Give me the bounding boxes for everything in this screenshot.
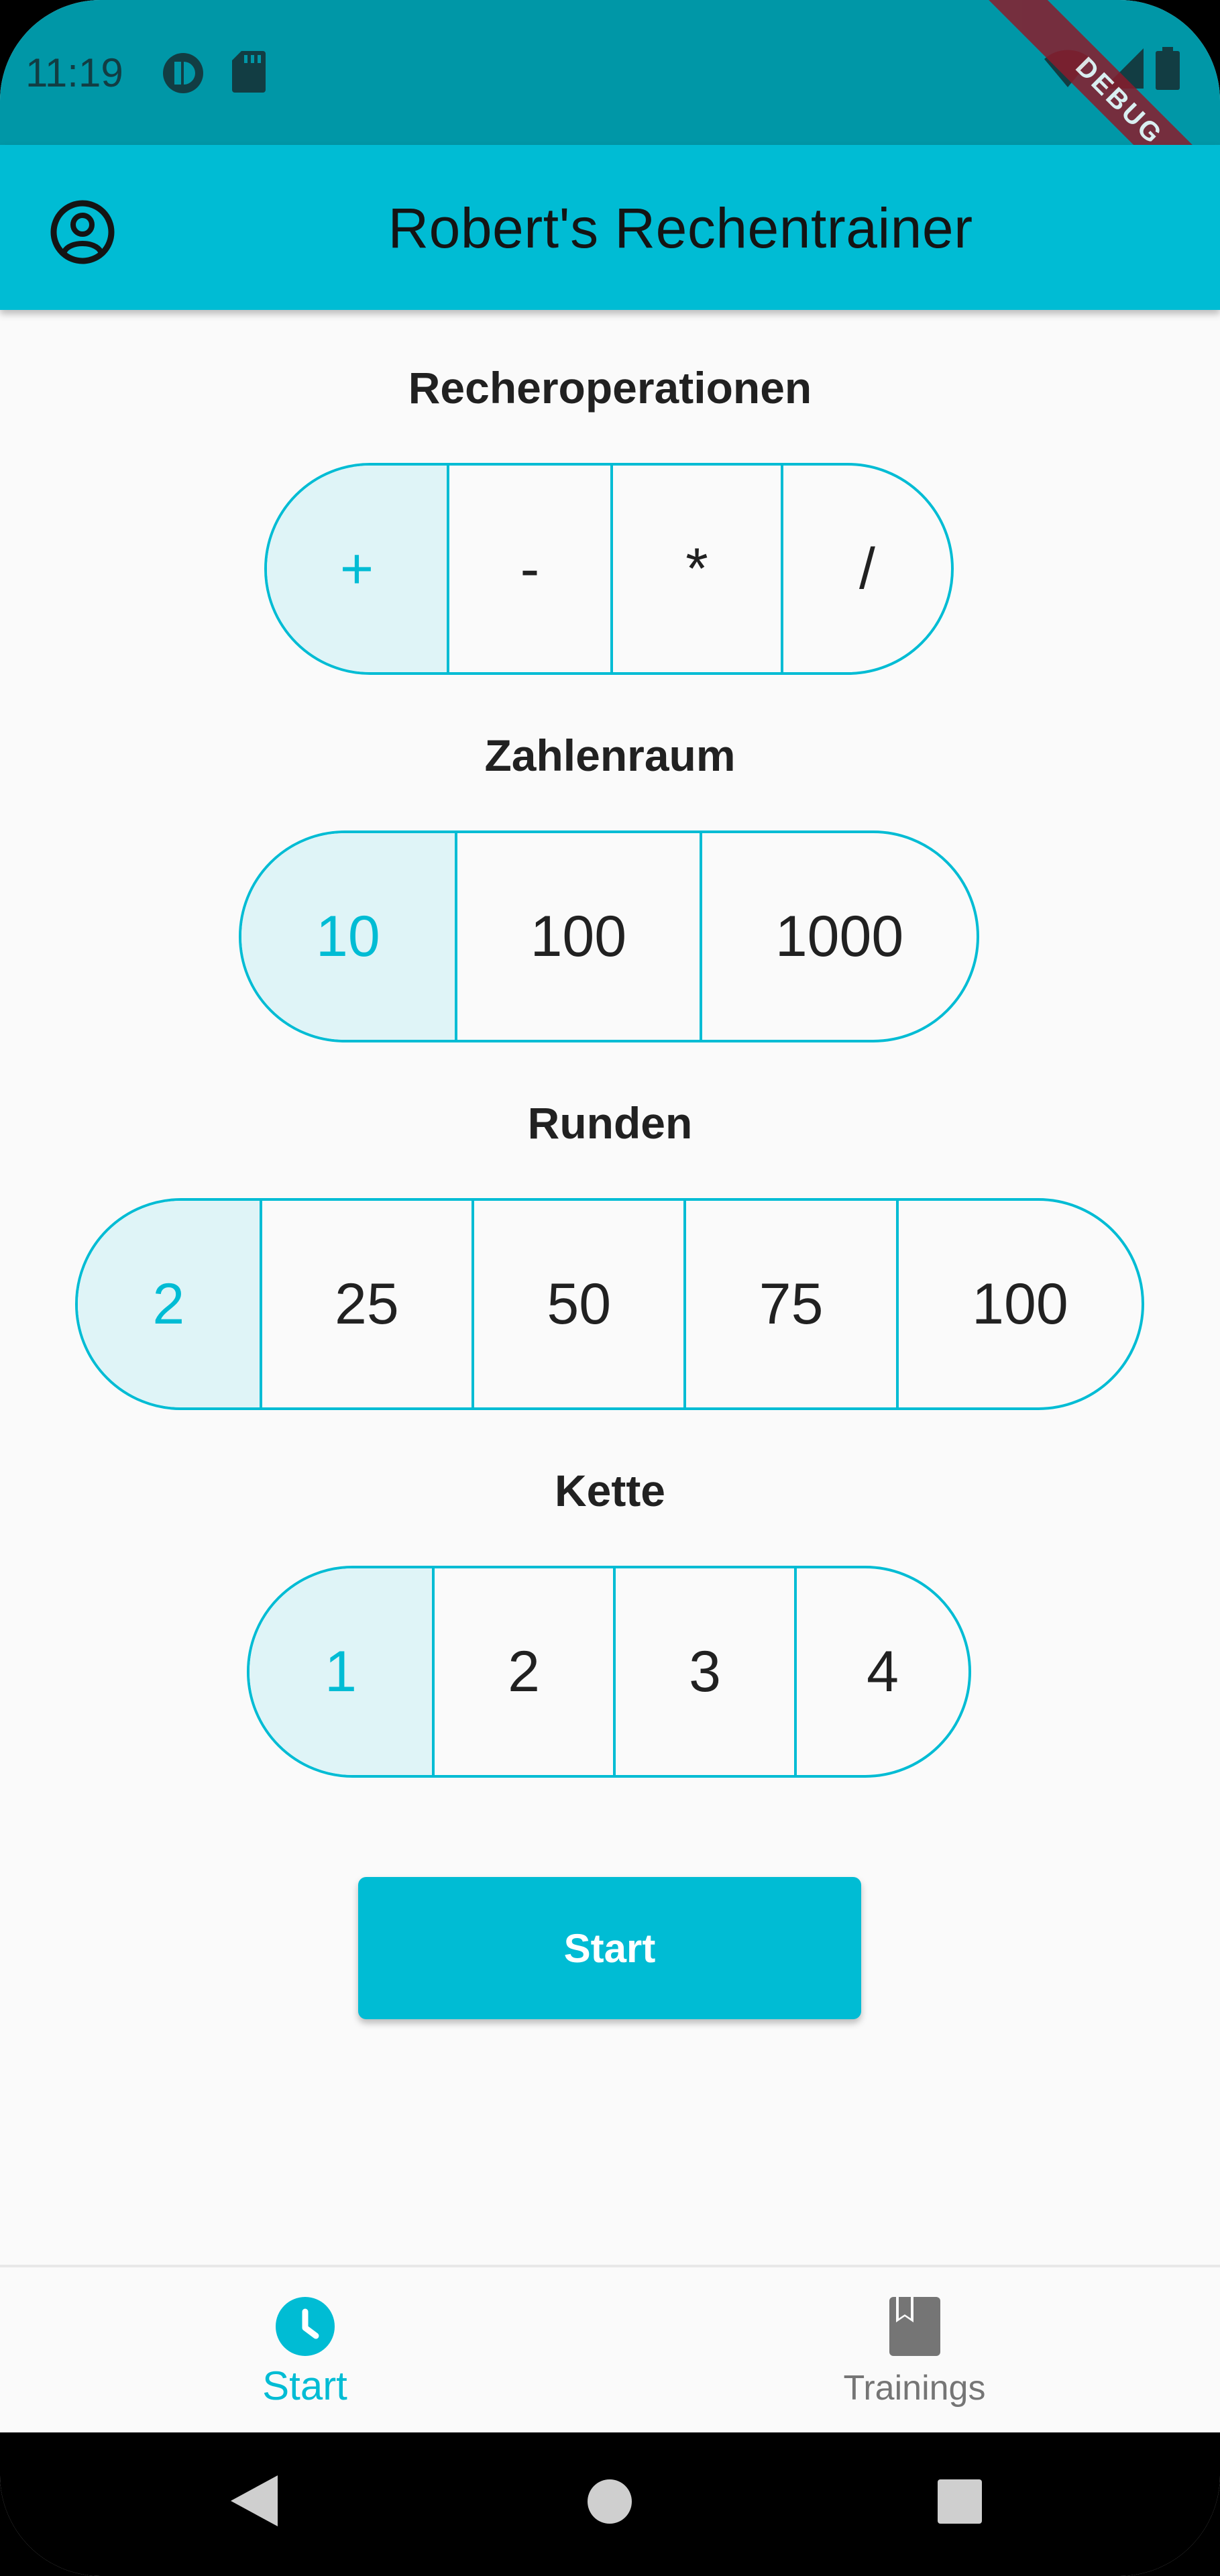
recents-icon[interactable] bbox=[938, 2479, 982, 2527]
status-time: 11:19 bbox=[25, 50, 123, 95]
nav-item-start[interactable]: Start bbox=[0, 2267, 610, 2435]
app-screen: 11:19 DEBUG Robert's Rechentrainer Reche… bbox=[0, 0, 1220, 2576]
rounds-50-option[interactable]: 50 bbox=[472, 1201, 683, 1407]
clock-icon bbox=[275, 2297, 335, 2359]
operation-subtract-option[interactable]: - bbox=[446, 466, 610, 672]
number-range-toggle-group: 10 100 1000 bbox=[239, 830, 979, 1042]
range-10-option[interactable]: 10 bbox=[241, 833, 455, 1040]
rounds-label: Runden bbox=[527, 1098, 693, 1148]
back-icon[interactable] bbox=[231, 2475, 278, 2530]
range-1000-option[interactable]: 1000 bbox=[700, 833, 977, 1040]
operations-label: Recheroperationen bbox=[408, 363, 812, 413]
rounds-100-option[interactable]: 100 bbox=[895, 1201, 1142, 1407]
operations-toggle-group: + - * / bbox=[264, 463, 954, 675]
sd-card-icon bbox=[232, 51, 266, 96]
media-icon bbox=[161, 51, 205, 99]
chain-4-option[interactable]: 4 bbox=[794, 1568, 968, 1775]
nav-label-trainings: Trainings bbox=[843, 2369, 986, 2408]
bottom-navigation: Start Trainings bbox=[0, 2265, 1220, 2435]
operation-add-option[interactable]: + bbox=[267, 466, 447, 672]
status-bar: 11:19 DEBUG bbox=[0, 0, 1220, 239]
nav-label-start: Start bbox=[262, 2363, 347, 2408]
home-icon[interactable] bbox=[588, 2479, 632, 2527]
number-range-label: Zahlenraum bbox=[484, 731, 736, 780]
system-navigation-bar bbox=[0, 2432, 1220, 2576]
chain-1-option[interactable]: 1 bbox=[249, 1568, 432, 1775]
operation-multiply-option[interactable]: * bbox=[610, 466, 781, 672]
rounds-75-option[interactable]: 75 bbox=[683, 1201, 895, 1407]
chain-2-option[interactable]: 2 bbox=[432, 1568, 613, 1775]
book-icon bbox=[889, 2297, 940, 2359]
app-bar: Robert's Rechentrainer bbox=[0, 145, 1220, 310]
range-100-option[interactable]: 100 bbox=[454, 833, 700, 1040]
operation-divide-option[interactable]: / bbox=[780, 466, 951, 672]
chain-toggle-group: 1 2 3 4 bbox=[247, 1566, 971, 1778]
start-button[interactable]: Start bbox=[358, 1877, 861, 2019]
nav-item-trainings[interactable]: Trainings bbox=[610, 2267, 1219, 2435]
battery-icon bbox=[1156, 47, 1180, 93]
chain-3-option[interactable]: 3 bbox=[613, 1568, 794, 1775]
rounds-2-option[interactable]: 2 bbox=[78, 1201, 260, 1407]
chain-label: Kette bbox=[554, 1466, 666, 1515]
rounds-25-option[interactable]: 25 bbox=[259, 1201, 472, 1407]
app-title: Robert's Rechentrainer bbox=[388, 197, 973, 260]
rounds-toggle-group: 2 25 50 75 100 bbox=[75, 1198, 1144, 1410]
